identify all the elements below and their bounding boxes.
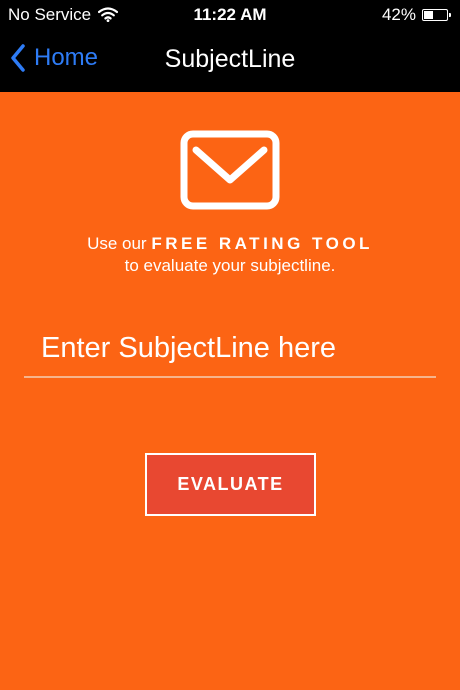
envelope-icon [180,130,280,210]
subject-line-input[interactable] [24,320,436,378]
page-title: SubjectLine [164,45,296,73]
status-bar: No Service 11:22 AM 42% [0,0,460,30]
battery-icon [422,9,451,21]
tagline-emphasis: FREE RATING TOOL [151,234,373,253]
battery-nub [449,13,451,17]
status-right: 42% [381,5,451,25]
battery-fill [424,11,433,19]
evaluate-button[interactable]: EVALUATE [145,453,316,516]
navigation-bar: Home SubjectLine [0,30,460,92]
tagline: Use our FREE RATING TOOL to evaluate you… [80,233,380,277]
main-content: Use our FREE RATING TOOL to evaluate you… [0,92,460,690]
tagline-suffix: to evaluate your subjectline. [124,256,336,275]
battery-percent: 42% [381,5,416,24]
tagline-prefix: Use our [87,234,147,253]
